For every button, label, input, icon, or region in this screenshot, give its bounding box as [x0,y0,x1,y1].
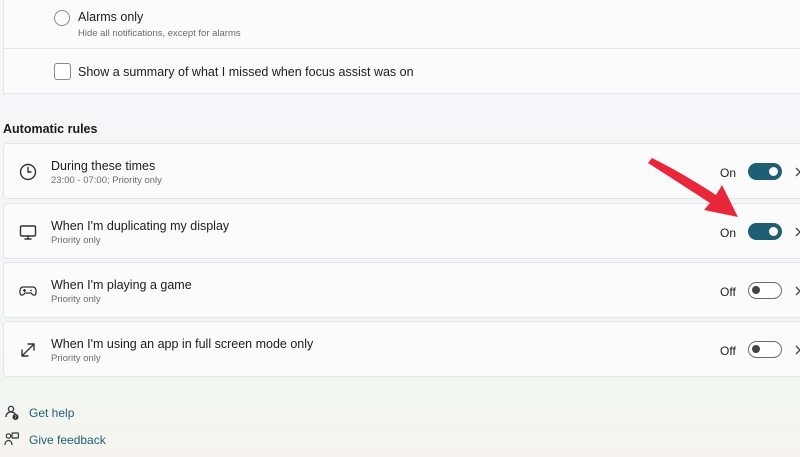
toggle-state-label: Off [720,344,736,358]
rule-title: When I'm playing a game [51,278,192,292]
chevron-right-icon[interactable] [793,343,800,357]
alarms-only-radio[interactable] [54,10,70,26]
feedback-icon [4,432,19,446]
chevron-right-icon[interactable] [793,284,800,298]
rule-subtitle: Priority only [51,353,101,364]
give-feedback-link[interactable]: Give feedback [29,433,106,447]
rule-full-screen-app[interactable]: When I'm using an app in full screen mod… [3,321,800,377]
expand-icon [21,343,35,357]
help-icon: ? [5,405,19,420]
summary-checkbox[interactable] [54,63,71,80]
rule-title: When I'm using an app in full screen mod… [51,337,314,351]
chevron-right-icon[interactable] [793,165,800,179]
duplicating-display-toggle[interactable] [748,223,782,240]
during-these-times-toggle[interactable] [748,163,782,180]
rule-title: When I'm duplicating my display [51,219,230,233]
clock-icon [19,163,37,181]
playing-game-toggle[interactable] [748,282,782,299]
rule-playing-game[interactable]: When I'm playing a game Priority only Of… [3,262,800,318]
rule-subtitle: Priority only [51,235,101,246]
toggle-state-label: Off [720,285,736,299]
rule-title: During these times [51,159,156,173]
automatic-rules-heading: Automatic rules [3,122,98,136]
rule-subtitle: Priority only [51,294,101,305]
monitor-icon [19,225,37,240]
focus-options-card: Alarms only Hide all notifications, exce… [3,0,800,94]
alarms-only-description: Hide all notifications, except for alarm… [78,28,241,39]
get-help-link[interactable]: Get help [29,406,74,420]
rule-subtitle: 23:00 - 07:00; Priority only [51,175,162,186]
divider [4,48,800,49]
summary-label[interactable]: Show a summary of what I missed when foc… [78,65,414,79]
gamepad-icon [19,286,37,296]
chevron-right-icon[interactable] [793,225,800,239]
annotation-arrow-icon [648,158,738,217]
full-screen-app-toggle[interactable] [748,341,782,358]
alarms-only-label: Alarms only [78,10,144,24]
